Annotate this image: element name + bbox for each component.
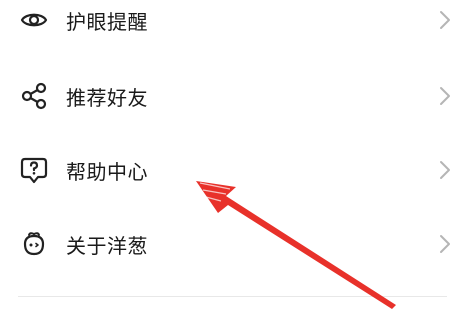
chevron-right-icon [435, 84, 455, 108]
onion-mascot-icon [18, 228, 50, 260]
help-question-icon [18, 154, 50, 186]
menu-item-label: 推荐好友 [66, 85, 148, 110]
chevron-right-icon [435, 232, 455, 256]
menu-item-label: 护眼提醒 [66, 9, 148, 34]
chevron-right-icon [435, 158, 455, 182]
menu-item-help-center[interactable]: 帮助中心 [0, 144, 465, 196]
settings-screen: 护眼提醒 推荐好友 帮助中心 关于洋葱 [0, 0, 465, 312]
chevron-right-icon [435, 8, 455, 32]
eye-icon [18, 4, 50, 36]
divider [18, 296, 447, 297]
menu-item-label: 帮助中心 [66, 159, 148, 184]
menu-item-about[interactable]: 关于洋葱 [0, 218, 465, 270]
menu-item-recommend-friends[interactable]: 推荐好友 [0, 70, 465, 122]
menu-item-label: 关于洋葱 [66, 233, 148, 258]
menu-item-eye-reminder[interactable]: 护眼提醒 [0, 0, 465, 46]
share-icon [18, 80, 50, 112]
